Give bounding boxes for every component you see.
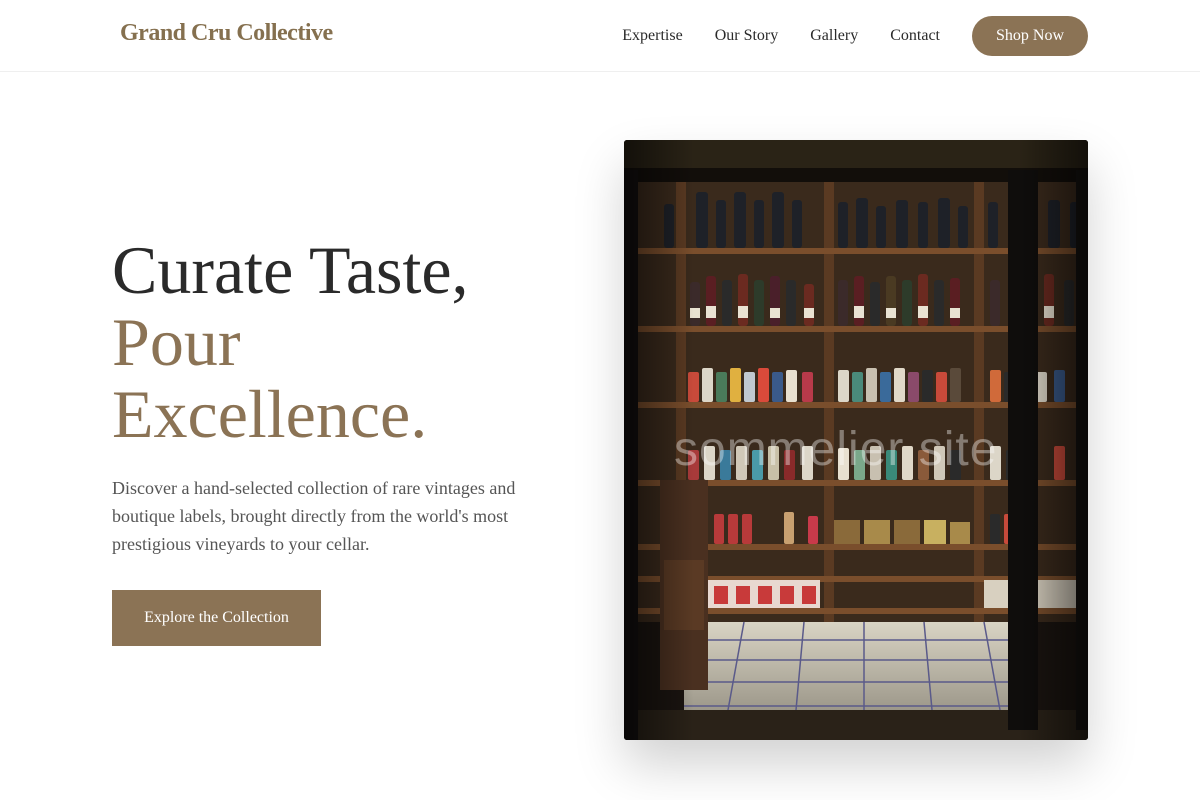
nav-link-expertise[interactable]: Expertise: [622, 16, 682, 56]
shop-now-button[interactable]: Shop Now: [972, 16, 1088, 56]
hero-title-line-3: Excellence.: [112, 376, 428, 452]
image-watermark: sommelier site: [674, 423, 998, 476]
hero-title: Curate Taste, Pour Excellence.: [112, 234, 469, 450]
nav-link-contact[interactable]: Contact: [890, 16, 940, 56]
site-logo[interactable]: Grand Cru Collective: [120, 20, 333, 47]
hero-image-wine-shop: sommelier site: [624, 140, 1088, 740]
hero-title-line-1: Curate Taste,: [112, 232, 469, 308]
main-nav: Expertise Our Story Gallery Contact Shop…: [622, 16, 1088, 56]
hero-title-line-2: Pour: [112, 304, 241, 380]
explore-collection-button[interactable]: Explore the Collection: [112, 590, 321, 646]
site-header: Grand Cru Collective Expertise Our Story…: [0, 0, 1200, 72]
nav-link-gallery[interactable]: Gallery: [810, 16, 858, 56]
nav-link-our-story[interactable]: Our Story: [715, 16, 779, 56]
hero-description: Discover a hand-selected collection of r…: [112, 478, 516, 554]
